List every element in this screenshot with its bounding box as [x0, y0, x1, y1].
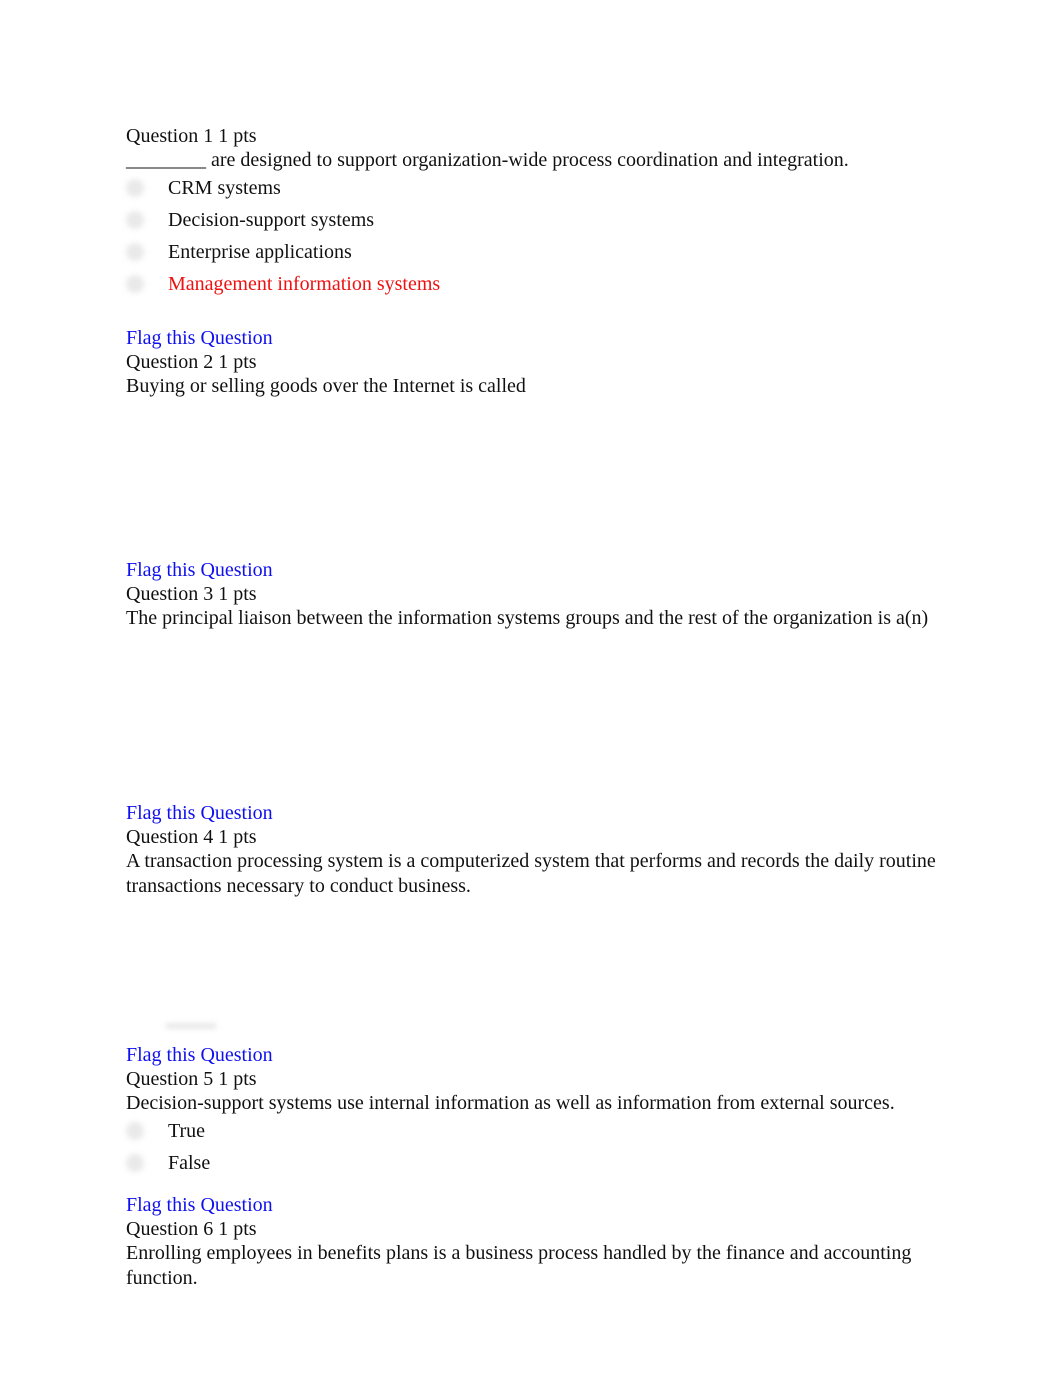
blurred-smudge: [166, 1024, 216, 1028]
answer-label: True: [168, 1120, 206, 1142]
question-header: Question 5 1 pts: [126, 1068, 257, 1090]
answer-option[interactable]: True: [126, 1117, 936, 1149]
radio-button[interactable]: [126, 179, 144, 197]
question-header: Question 4 1 pts: [126, 826, 257, 848]
question-3: Flag this Question Question 3 1 pts The …: [126, 558, 936, 631]
radio-button[interactable]: [126, 211, 144, 229]
flag-question-link[interactable]: Flag this Question: [126, 801, 936, 825]
answer-options: CRM systems Decision-support systems Ent…: [126, 174, 936, 302]
answer-label: Enterprise applications: [168, 241, 352, 263]
radio-button[interactable]: [126, 1154, 144, 1172]
question-text: Enrolling employees in benefits plans is…: [126, 1242, 912, 1289]
answer-option[interactable]: CRM systems: [126, 174, 936, 206]
flag-question-link[interactable]: Flag this Question: [126, 558, 936, 582]
radio-button[interactable]: [126, 275, 144, 293]
question-6: Flag this Question Question 6 1 pts Enro…: [116, 1193, 936, 1291]
quiz-page: Question 1 1 pts ________ are designed t…: [116, 124, 936, 1291]
flag-question-link[interactable]: Flag this Question: [126, 1043, 936, 1067]
flag-question-link[interactable]: Flag this Question: [126, 1193, 936, 1217]
answer-label: False: [168, 1152, 211, 1174]
answer-label: Management information systems: [168, 273, 441, 295]
answer-options: True False: [126, 1117, 936, 1181]
answer-option-incorrect[interactable]: Management information systems: [126, 270, 936, 302]
question-text: ________ are designed to support organiz…: [126, 149, 849, 171]
question-text: Buying or selling goods over the Interne…: [126, 375, 526, 397]
question-header: Question 3 1 pts: [126, 583, 257, 605]
question-text: A transaction processing system is a com…: [126, 850, 936, 897]
flag-question-link[interactable]: Flag this Question: [126, 326, 936, 350]
answer-label: Decision-support systems: [168, 209, 375, 231]
radio-button[interactable]: [126, 1122, 144, 1140]
answer-option[interactable]: False: [126, 1149, 936, 1181]
answer-label: CRM systems: [168, 177, 281, 199]
question-1: Question 1 1 pts ________ are designed t…: [126, 124, 936, 302]
question-header: Question 2 1 pts: [126, 351, 257, 373]
question-header: Question 6 1 pts: [126, 1218, 257, 1240]
answer-option[interactable]: Decision-support systems: [126, 206, 936, 238]
question-5: Flag this Question Question 5 1 pts Deci…: [116, 1043, 936, 1181]
question-text: The principal liaison between the inform…: [126, 607, 929, 629]
question-text: Decision-support systems use internal in…: [126, 1092, 895, 1114]
question-4: Flag this Question Question 4 1 pts A tr…: [126, 801, 936, 899]
question-2: Flag this Question Question 2 1 pts Buyi…: [126, 326, 936, 398]
question-header: Question 1 1 pts: [126, 125, 257, 147]
answer-option[interactable]: Enterprise applications: [126, 238, 936, 270]
radio-button[interactable]: [126, 243, 144, 261]
